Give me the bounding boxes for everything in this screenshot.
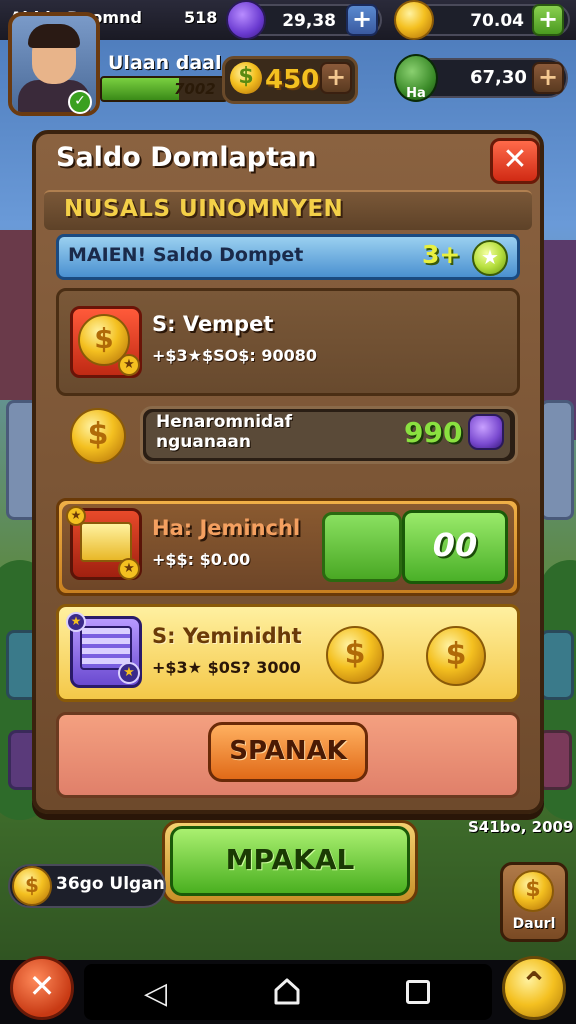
player-coin-amount: 450 xyxy=(265,65,320,95)
add-coins-button[interactable]: + xyxy=(532,4,564,36)
verified-icon: ✓ xyxy=(68,90,92,114)
xp-bar-fill xyxy=(102,78,179,100)
coin-icon: $ xyxy=(70,408,126,464)
info-value: 3+ xyxy=(422,240,461,269)
coin-icon[interactable]: $ xyxy=(326,626,384,684)
add-secondary-button[interactable]: + xyxy=(532,62,564,94)
xp-bar: 7002 xyxy=(100,76,228,102)
top-count: 518 xyxy=(184,8,218,27)
dollar-icon: $ xyxy=(512,870,554,912)
coin-icon: $ xyxy=(12,866,52,906)
dialog-title: Saldo Domlaptan xyxy=(56,142,317,173)
coin-value: 70.04 xyxy=(470,11,524,31)
offer-3-price: +$3★ $0S? 3000 xyxy=(152,658,301,677)
xp-text: 7002 xyxy=(174,80,216,98)
cash-stack-icon xyxy=(80,522,132,562)
side-card-right-2[interactable] xyxy=(540,630,574,700)
side-card-right[interactable] xyxy=(540,400,574,520)
home-icon[interactable] xyxy=(272,976,302,1006)
player-name: Ulaan daal xyxy=(108,52,222,74)
dollar-card-label: Daurl xyxy=(512,916,556,932)
wallet-label: Henaromnidaf nguanaan xyxy=(156,412,293,452)
bottom-left-text: 36go Ulgan xyxy=(56,874,165,894)
recent-apps-icon[interactable] xyxy=(406,980,430,1004)
offer-3-name: S: Yeminidht xyxy=(152,624,302,648)
section-title: NUSALS UINOMNYEN xyxy=(64,196,344,222)
wallet-value: 990 xyxy=(404,416,463,449)
offer-2-name: Ha: Jeminchl xyxy=(152,516,301,540)
secondary-value: 67,30 xyxy=(470,67,527,88)
offer-2-buy-label: 00 xyxy=(432,526,478,564)
star-icon: ★ xyxy=(118,662,140,684)
star-icon: ★ xyxy=(118,354,140,376)
gem-icon xyxy=(468,414,504,450)
dollar-icon: $ xyxy=(230,62,262,94)
gem-value: 29,38 xyxy=(282,11,336,31)
tree-icon: Ha xyxy=(394,54,438,102)
coin-icon[interactable]: $ xyxy=(426,626,486,686)
offer-2-left-button[interactable] xyxy=(322,512,402,582)
close-button[interactable]: ✕ xyxy=(490,138,540,184)
up-arrow-icon[interactable]: ⌃ xyxy=(502,956,566,1020)
offer-1-price: +$3★$SO$: 90080 xyxy=(152,346,318,365)
offer-2-price: +$$: $0.00 xyxy=(152,550,251,569)
offer-1-name: S: Vempet xyxy=(152,312,274,336)
mpakal-button[interactable]: MPAKAL xyxy=(170,826,410,896)
spanak-button[interactable]: SPANAK xyxy=(208,722,368,782)
gem-icon xyxy=(226,0,266,40)
add-gems-button[interactable]: + xyxy=(346,4,378,36)
star-icon: ★ xyxy=(118,558,140,580)
close-icon[interactable]: ✕ xyxy=(10,956,74,1020)
coin-icon xyxy=(394,0,434,40)
star-icon: ★ xyxy=(66,612,86,632)
side-text: S41bo, 2009 xyxy=(468,818,574,836)
avatar-hair xyxy=(28,24,80,48)
add-player-coins-button[interactable]: + xyxy=(320,62,352,94)
star-icon[interactable]: ★ xyxy=(472,240,508,276)
star-icon: ★ xyxy=(66,506,86,526)
back-icon[interactable]: ◁ xyxy=(144,976,167,1011)
info-label: MAIEN! Saldo Dompet xyxy=(68,244,304,266)
